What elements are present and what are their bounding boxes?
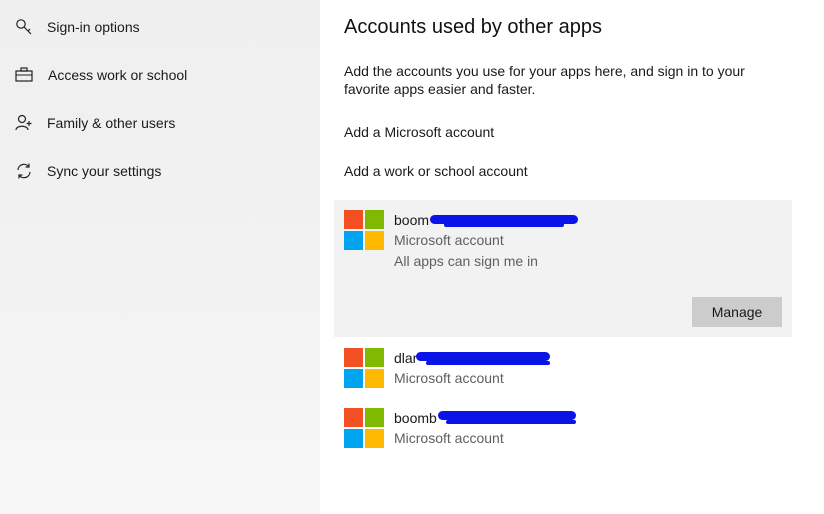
microsoft-logo-icon: [344, 408, 384, 448]
sidebar-item-label: Sync your settings: [47, 163, 162, 179]
account-item[interactable]: boomb Microsoft account: [334, 398, 792, 456]
person-add-icon: [14, 113, 34, 133]
sidebar-item-family-other-users[interactable]: Family & other users: [0, 103, 320, 143]
sidebar-item-label: Access work or school: [48, 67, 188, 83]
account-item-selected[interactable]: boom Microsoft account All apps can sign…: [334, 200, 792, 337]
main-content: Accounts used by other apps Add the acco…: [320, 0, 824, 514]
sidebar-item-access-work-or-school[interactable]: Access work or school: [0, 55, 320, 95]
microsoft-logo-icon: [344, 348, 384, 388]
add-microsoft-account-link[interactable]: Add a Microsoft account: [344, 124, 494, 140]
manage-button[interactable]: Manage: [692, 297, 782, 327]
page-title: Accounts used by other apps: [344, 16, 602, 38]
account-type: Microsoft account: [394, 370, 504, 386]
page-description: Add the accounts you use for your apps h…: [344, 63, 745, 97]
redaction-scribble: [416, 352, 550, 361]
redaction-scribble: [446, 420, 576, 424]
account-email: dlar: [394, 350, 418, 366]
sync-icon: [14, 161, 34, 181]
sidebar-item-label: Sign-in options: [47, 19, 140, 35]
key-icon: [14, 17, 34, 37]
settings-sidebar: Sign-in options Access work or school Fa…: [0, 0, 320, 514]
sidebar-item-sync-your-settings[interactable]: Sync your settings: [0, 151, 320, 191]
redaction-scribble: [444, 223, 564, 227]
account-item[interactable]: dlar Microsoft account: [334, 338, 792, 396]
account-email: boom: [394, 212, 430, 228]
redaction-scribble: [426, 361, 550, 365]
account-type: Microsoft account: [394, 232, 504, 248]
sidebar-item-sign-in-options[interactable]: Sign-in options: [0, 7, 320, 47]
account-status: All apps can sign me in: [394, 253, 538, 269]
microsoft-logo-icon: [344, 210, 384, 250]
sidebar-item-label: Family & other users: [47, 115, 176, 131]
redaction-scribble: [438, 411, 576, 420]
add-work-school-account-link[interactable]: Add a work or school account: [344, 163, 528, 179]
account-email: boomb: [394, 410, 437, 426]
account-type: Microsoft account: [394, 430, 504, 446]
briefcase-icon: [14, 65, 34, 85]
